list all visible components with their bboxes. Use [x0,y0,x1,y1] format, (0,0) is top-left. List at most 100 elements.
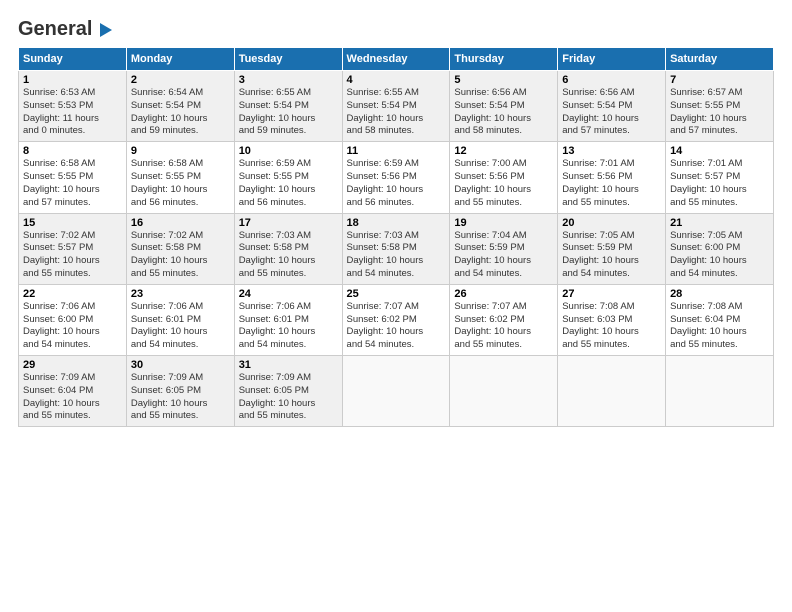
calendar-cell: 2 Sunrise: 6:54 AMSunset: 5:54 PMDayligh… [126,71,234,142]
calendar-cell: 19 Sunrise: 7:04 AMSunset: 5:59 PMDaylig… [450,213,558,284]
day-detail: Sunrise: 7:08 AMSunset: 6:04 PMDaylight:… [670,301,769,352]
day-number: 27 [562,288,661,300]
day-detail: Sunrise: 7:02 AMSunset: 5:57 PMDaylight:… [23,230,122,281]
calendar-table: SundayMondayTuesdayWednesdayThursdayFrid… [18,47,774,427]
day-number: 19 [454,217,553,229]
day-detail: Sunrise: 6:54 AMSunset: 5:54 PMDaylight:… [131,87,230,138]
day-number: 7 [670,74,769,86]
calendar-cell: 1 Sunrise: 6:53 AMSunset: 5:53 PMDayligh… [19,71,127,142]
day-detail: Sunrise: 6:57 AMSunset: 5:55 PMDaylight:… [670,87,769,138]
day-detail: Sunrise: 7:01 AMSunset: 5:57 PMDaylight:… [670,158,769,209]
day-number: 17 [239,217,338,229]
day-detail: Sunrise: 7:00 AMSunset: 5:56 PMDaylight:… [454,158,553,209]
day-detail: Sunrise: 6:55 AMSunset: 5:54 PMDaylight:… [239,87,338,138]
day-detail: Sunrise: 7:09 AMSunset: 6:05 PMDaylight:… [131,372,230,423]
calendar-cell [558,356,666,427]
day-number: 6 [562,74,661,86]
day-detail: Sunrise: 7:06 AMSunset: 6:00 PMDaylight:… [23,301,122,352]
day-detail: Sunrise: 7:06 AMSunset: 6:01 PMDaylight:… [131,301,230,352]
logo: General [18,18,116,37]
day-number: 20 [562,217,661,229]
day-number: 4 [347,74,446,86]
calendar-cell: 6 Sunrise: 6:56 AMSunset: 5:54 PMDayligh… [558,71,666,142]
weekday-header-sunday: Sunday [19,48,127,71]
day-number: 23 [131,288,230,300]
day-detail: Sunrise: 7:09 AMSunset: 6:04 PMDaylight:… [23,372,122,423]
day-number: 21 [670,217,769,229]
calendar-cell: 31 Sunrise: 7:09 AMSunset: 6:05 PMDaylig… [234,356,342,427]
day-detail: Sunrise: 7:07 AMSunset: 6:02 PMDaylight:… [454,301,553,352]
weekday-header-thursday: Thursday [450,48,558,71]
day-number: 9 [131,145,230,157]
logo-icon [94,19,116,41]
day-number: 18 [347,217,446,229]
day-detail: Sunrise: 6:58 AMSunset: 5:55 PMDaylight:… [23,158,122,209]
day-number: 30 [131,359,230,371]
calendar-cell: 12 Sunrise: 7:00 AMSunset: 5:56 PMDaylig… [450,142,558,213]
day-detail: Sunrise: 6:59 AMSunset: 5:56 PMDaylight:… [347,158,446,209]
day-number: 16 [131,217,230,229]
day-detail: Sunrise: 7:03 AMSunset: 5:58 PMDaylight:… [239,230,338,281]
weekday-header-friday: Friday [558,48,666,71]
calendar-cell: 13 Sunrise: 7:01 AMSunset: 5:56 PMDaylig… [558,142,666,213]
calendar-cell: 7 Sunrise: 6:57 AMSunset: 5:55 PMDayligh… [666,71,774,142]
calendar-cell: 21 Sunrise: 7:05 AMSunset: 6:00 PMDaylig… [666,213,774,284]
calendar-cell: 11 Sunrise: 6:59 AMSunset: 5:56 PMDaylig… [342,142,450,213]
calendar-cell: 27 Sunrise: 7:08 AMSunset: 6:03 PMDaylig… [558,284,666,355]
day-number: 24 [239,288,338,300]
page-header: General [18,18,774,37]
calendar-cell: 23 Sunrise: 7:06 AMSunset: 6:01 PMDaylig… [126,284,234,355]
logo-text: General [18,18,92,41]
day-number: 28 [670,288,769,300]
calendar-cell [342,356,450,427]
calendar-cell: 26 Sunrise: 7:07 AMSunset: 6:02 PMDaylig… [450,284,558,355]
calendar-cell: 30 Sunrise: 7:09 AMSunset: 6:05 PMDaylig… [126,356,234,427]
day-number: 1 [23,74,122,86]
day-number: 31 [239,359,338,371]
calendar-cell: 22 Sunrise: 7:06 AMSunset: 6:00 PMDaylig… [19,284,127,355]
day-number: 5 [454,74,553,86]
day-number: 13 [562,145,661,157]
calendar-cell: 18 Sunrise: 7:03 AMSunset: 5:58 PMDaylig… [342,213,450,284]
day-number: 14 [670,145,769,157]
weekday-header-saturday: Saturday [666,48,774,71]
day-number: 8 [23,145,122,157]
calendar-cell: 3 Sunrise: 6:55 AMSunset: 5:54 PMDayligh… [234,71,342,142]
day-detail: Sunrise: 6:55 AMSunset: 5:54 PMDaylight:… [347,87,446,138]
day-number: 2 [131,74,230,86]
day-number: 25 [347,288,446,300]
calendar-cell [666,356,774,427]
day-number: 29 [23,359,122,371]
day-number: 22 [23,288,122,300]
day-detail: Sunrise: 7:05 AMSunset: 6:00 PMDaylight:… [670,230,769,281]
weekday-header-tuesday: Tuesday [234,48,342,71]
calendar-cell: 29 Sunrise: 7:09 AMSunset: 6:04 PMDaylig… [19,356,127,427]
day-detail: Sunrise: 6:59 AMSunset: 5:55 PMDaylight:… [239,158,338,209]
day-detail: Sunrise: 7:03 AMSunset: 5:58 PMDaylight:… [347,230,446,281]
calendar-cell: 8 Sunrise: 6:58 AMSunset: 5:55 PMDayligh… [19,142,127,213]
day-detail: Sunrise: 6:56 AMSunset: 5:54 PMDaylight:… [562,87,661,138]
day-detail: Sunrise: 6:58 AMSunset: 5:55 PMDaylight:… [131,158,230,209]
calendar-cell: 14 Sunrise: 7:01 AMSunset: 5:57 PMDaylig… [666,142,774,213]
day-number: 3 [239,74,338,86]
calendar-cell: 16 Sunrise: 7:02 AMSunset: 5:58 PMDaylig… [126,213,234,284]
day-number: 26 [454,288,553,300]
weekday-header-wednesday: Wednesday [342,48,450,71]
calendar-cell: 24 Sunrise: 7:06 AMSunset: 6:01 PMDaylig… [234,284,342,355]
weekday-header-monday: Monday [126,48,234,71]
day-number: 11 [347,145,446,157]
day-number: 15 [23,217,122,229]
day-detail: Sunrise: 7:01 AMSunset: 5:56 PMDaylight:… [562,158,661,209]
day-detail: Sunrise: 7:09 AMSunset: 6:05 PMDaylight:… [239,372,338,423]
calendar-cell: 9 Sunrise: 6:58 AMSunset: 5:55 PMDayligh… [126,142,234,213]
day-detail: Sunrise: 6:56 AMSunset: 5:54 PMDaylight:… [454,87,553,138]
calendar-cell: 17 Sunrise: 7:03 AMSunset: 5:58 PMDaylig… [234,213,342,284]
calendar-cell: 5 Sunrise: 6:56 AMSunset: 5:54 PMDayligh… [450,71,558,142]
day-detail: Sunrise: 7:02 AMSunset: 5:58 PMDaylight:… [131,230,230,281]
day-number: 12 [454,145,553,157]
calendar-cell: 28 Sunrise: 7:08 AMSunset: 6:04 PMDaylig… [666,284,774,355]
day-number: 10 [239,145,338,157]
day-detail: Sunrise: 7:06 AMSunset: 6:01 PMDaylight:… [239,301,338,352]
calendar-cell: 15 Sunrise: 7:02 AMSunset: 5:57 PMDaylig… [19,213,127,284]
calendar-cell: 4 Sunrise: 6:55 AMSunset: 5:54 PMDayligh… [342,71,450,142]
